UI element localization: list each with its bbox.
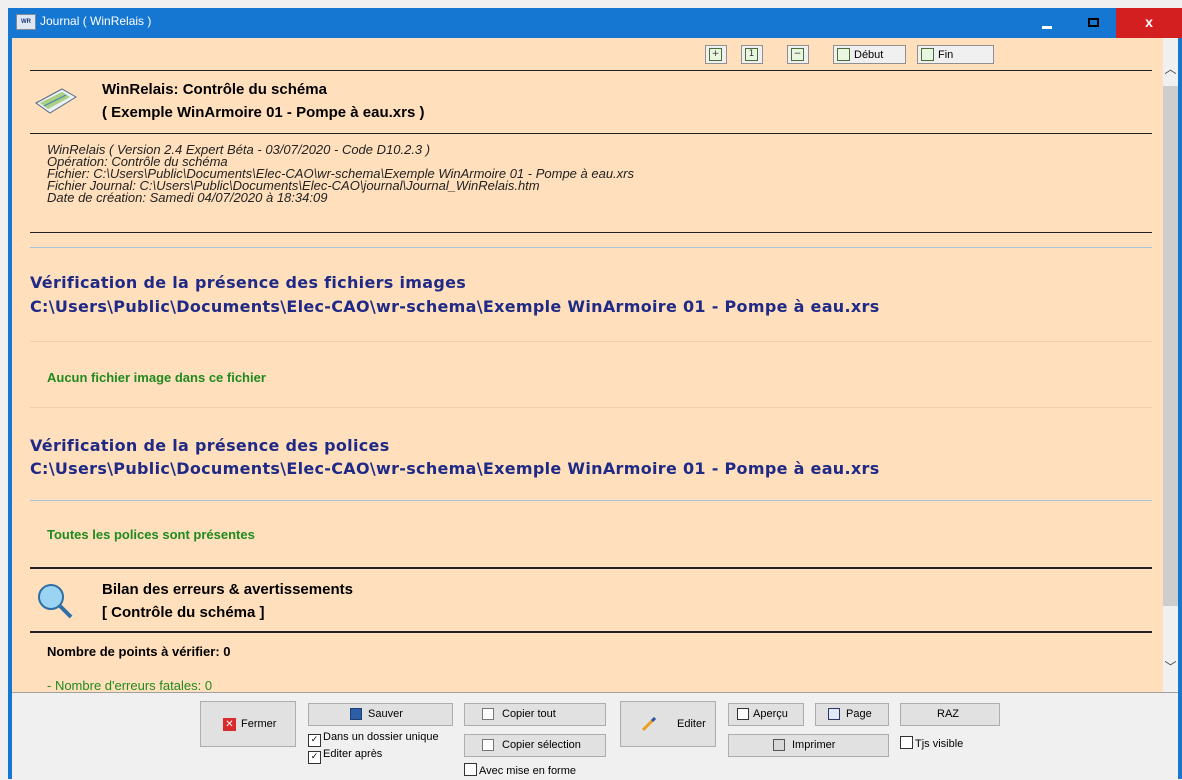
journal-content: + 1 − Début Fin WinRelais: Contrôle du s… bbox=[12, 38, 1163, 692]
scroll-up-icon[interactable]: ︿ bbox=[1163, 62, 1178, 76]
title-bar[interactable] bbox=[8, 8, 1182, 38]
meta-date: Date de création: Samedi 04/07/2020 à 18… bbox=[47, 190, 328, 205]
section-images-result: Aucun fichier image dans ce fichier bbox=[47, 370, 266, 385]
report-subtitle: ( Exemple WinArmoire 01 - Pompe à eau.xr… bbox=[102, 104, 425, 121]
copy-icon bbox=[482, 708, 494, 720]
zoom-out-icon: − bbox=[791, 48, 804, 61]
zoom-in-button[interactable]: + bbox=[705, 45, 727, 64]
magnifier-icon bbox=[38, 584, 73, 619]
tjs-visible-checkbox[interactable]: Tjs visible bbox=[900, 736, 963, 750]
journal-window: WR Journal ( WinRelais ) x + 1 − Début F… bbox=[0, 0, 1182, 780]
dossier-unique-checkbox[interactable]: ✓ Dans un dossier unique bbox=[308, 731, 439, 747]
divider bbox=[30, 133, 1152, 134]
footer-toolbar: ✕ Fermer Sauver ✓ Dans un dossier unique … bbox=[12, 692, 1178, 780]
editer-button[interactable]: Editer bbox=[620, 701, 716, 747]
section-fonts-title: Vérification de la présence des polices bbox=[30, 436, 390, 455]
apercu-button[interactable]: Aperçu bbox=[728, 703, 804, 726]
divider bbox=[30, 407, 1152, 408]
copier-tout-button[interactable]: Copier tout bbox=[464, 703, 606, 726]
scroll-thumb[interactable] bbox=[1163, 86, 1178, 606]
app-icon: WR bbox=[16, 14, 36, 30]
document-icon bbox=[35, 88, 77, 114]
zoom-reset-button[interactable]: 1 bbox=[741, 45, 763, 64]
page-button[interactable]: Page bbox=[815, 703, 889, 726]
debut-button[interactable]: Début bbox=[833, 45, 906, 64]
zoom-out-button[interactable]: − bbox=[787, 45, 809, 64]
sauver-button[interactable]: Sauver bbox=[308, 703, 453, 726]
maximize-button[interactable] bbox=[1070, 8, 1116, 38]
copier-selection-button[interactable]: Copier sélection bbox=[464, 734, 606, 757]
close-icon: x bbox=[1145, 14, 1153, 30]
divider bbox=[30, 232, 1152, 233]
pencil-icon bbox=[641, 716, 657, 732]
printer-icon bbox=[773, 739, 785, 751]
copy-icon bbox=[482, 739, 494, 751]
report-title: WinRelais: Contrôle du schéma bbox=[102, 81, 327, 98]
divider bbox=[30, 500, 1152, 501]
scroll-down-icon[interactable]: ﹀ bbox=[1163, 660, 1178, 674]
section-fonts-result: Toutes les polices sont présentes bbox=[47, 527, 255, 542]
preview-icon bbox=[737, 708, 749, 720]
close-red-icon: ✕ bbox=[223, 718, 236, 731]
window-border-right bbox=[1178, 38, 1182, 779]
divider bbox=[30, 341, 1152, 342]
goto-start-icon bbox=[837, 48, 850, 61]
maximize-icon bbox=[1088, 18, 1099, 27]
divider bbox=[30, 631, 1152, 633]
summary-title: Bilan des erreurs & avertissements bbox=[102, 581, 353, 598]
mise-en-forme-checkbox[interactable]: Avec mise en forme bbox=[464, 763, 576, 777]
summary-points: Nombre de points à vérifier: 0 bbox=[47, 644, 231, 659]
section-fonts-path: C:\Users\Public\Documents\Elec-CAO\wr-sc… bbox=[30, 459, 880, 478]
editer-apres-checkbox[interactable]: ✓ Editer après bbox=[308, 748, 382, 764]
summary-subtitle: [ Contrôle du schéma ] bbox=[102, 604, 265, 621]
minimize-button[interactable] bbox=[1024, 8, 1070, 38]
section-images-path: C:\Users\Public\Documents\Elec-CAO\wr-sc… bbox=[30, 297, 880, 316]
window-title: Journal ( WinRelais ) bbox=[40, 14, 152, 28]
page-setup-icon bbox=[828, 708, 840, 720]
zoom-in-icon: + bbox=[709, 48, 722, 61]
divider bbox=[30, 70, 1152, 71]
raz-button[interactable]: RAZ bbox=[900, 703, 1000, 726]
section-images-title: Vérification de la présence des fichiers… bbox=[30, 273, 467, 292]
summary-fatal: - Nombre d'erreurs fatales: 0 bbox=[47, 678, 213, 692]
minimize-icon bbox=[1042, 26, 1052, 29]
save-icon bbox=[350, 708, 362, 720]
close-button[interactable]: x bbox=[1116, 8, 1182, 38]
goto-end-icon bbox=[921, 48, 934, 61]
divider bbox=[30, 247, 1152, 248]
divider bbox=[30, 567, 1152, 569]
zoom-reset-icon: 1 bbox=[745, 48, 758, 61]
vertical-scrollbar[interactable]: ︿ ﹀ bbox=[1163, 38, 1178, 692]
fermer-button[interactable]: ✕ Fermer bbox=[200, 701, 296, 747]
imprimer-button[interactable]: Imprimer bbox=[728, 734, 889, 757]
fin-button[interactable]: Fin bbox=[917, 45, 994, 64]
